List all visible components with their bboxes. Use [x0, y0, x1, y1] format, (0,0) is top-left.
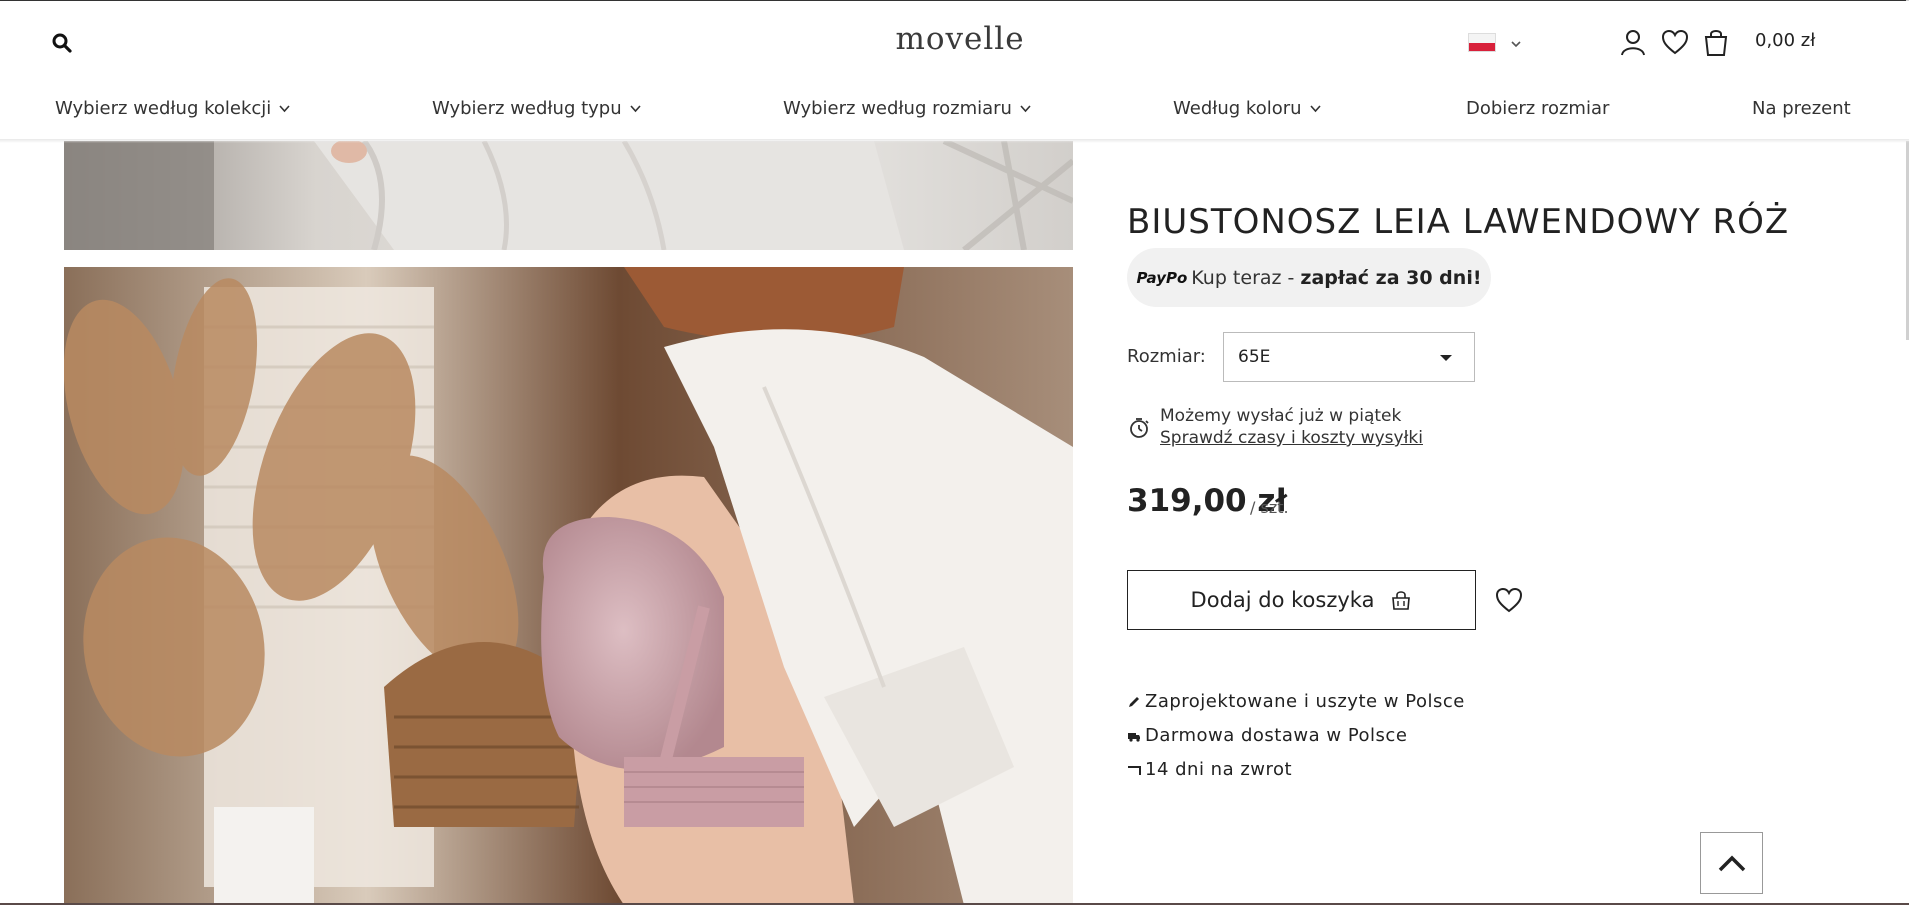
chevron-down-icon[interactable] [1510, 35, 1522, 48]
nav-item-color[interactable]: Według koloru [1173, 98, 1321, 119]
heart-icon[interactable] [1660, 27, 1690, 57]
nav-item-type[interactable]: Wybierz według typu [432, 98, 641, 119]
scroll-to-top-button[interactable] [1700, 832, 1763, 894]
nav-item-label: Na prezent [1752, 98, 1851, 119]
nav-item-label: Według koloru [1173, 98, 1302, 119]
chevron-down-icon [279, 105, 290, 113]
bag-icon[interactable] [1701, 27, 1731, 57]
bag-icon [1392, 591, 1411, 610]
product-photo-1[interactable] [64, 141, 1073, 250]
flag-pl-icon[interactable] [1468, 33, 1496, 52]
add-to-cart-button[interactable]: Dodaj do koszyka [1127, 570, 1476, 630]
size-selected-value: 65E [1238, 347, 1271, 367]
feature-text: Zaprojektowane i uszyte w Polsce [1145, 691, 1465, 712]
product-photo-2[interactable] [64, 267, 1073, 905]
shipping-info: Możemy wysłać już w piątek [1160, 406, 1402, 426]
user-icon[interactable] [1618, 27, 1648, 57]
feature-made-in-poland: Zaprojektowane i uszyte w Polsce [1127, 691, 1465, 712]
nav-item-label: Wybierz według typu [432, 98, 622, 119]
cart-total[interactable]: 0,00 zł [1755, 30, 1815, 51]
caret-down-icon [1440, 355, 1452, 361]
feature-text: Darmowa dostawa w Polsce [1145, 725, 1408, 746]
pencil-icon [1129, 696, 1139, 707]
main-nav: Wybierz według kolekcji Wybierz według t… [0, 98, 1909, 128]
paypo-banner[interactable]: PayPo Kup teraz - zapłać za 30 dni! [1127, 248, 1491, 307]
nav-item-label: Dobierz rozmiar [1466, 98, 1610, 119]
header-shadow [0, 139, 1909, 143]
return-arrow-icon [1128, 765, 1141, 775]
paypo-logo: PayPo [1136, 268, 1188, 287]
search-icon[interactable] [50, 31, 74, 55]
feature-free-delivery: Darmowa dostawa w Polsce [1127, 725, 1407, 746]
add-to-cart-label: Dodaj do koszyka [1190, 588, 1375, 612]
paypo-strong-text: zapłać za 30 dni! [1300, 266, 1482, 289]
chevron-up-icon [1718, 855, 1745, 872]
nav-item-gift[interactable]: Na prezent [1752, 98, 1851, 119]
chevron-down-icon [630, 105, 641, 113]
nav-item-label: Wybierz według rozmiaru [783, 98, 1012, 119]
product-title: BIUSTONOSZ LEIA LAWENDOWY RÓŻ [1127, 201, 1790, 242]
nav-item-size-guide[interactable]: Dobierz rozmiar [1466, 98, 1609, 119]
site-logo[interactable]: movelle [860, 21, 1060, 57]
paypo-text: Kup teraz - [1191, 266, 1295, 289]
truck-icon [1128, 732, 1140, 742]
shipping-link[interactable]: Sprawdź czasy i koszty wysyłki [1160, 428, 1423, 448]
nav-item-label: Wybierz według kolekcji [55, 98, 272, 119]
size-select[interactable]: 65E [1223, 332, 1475, 382]
feature-returns: 14 dni na zwrot [1127, 759, 1292, 780]
nav-item-size[interactable]: Wybierz według rozmiaru [783, 98, 1031, 119]
nav-item-collections[interactable]: Wybierz według kolekcji [55, 98, 290, 119]
wishlist-heart-icon[interactable] [1494, 586, 1524, 614]
site-header: movelle 0,00 zł Wybierz według kolekcji … [0, 1, 1909, 143]
chevron-down-icon [1020, 105, 1031, 113]
size-label: Rozmiar: [1127, 346, 1206, 367]
price-unit: / szt. [1250, 498, 1289, 517]
chevron-down-icon [1309, 105, 1321, 113]
feature-text: 14 dni na zwrot [1145, 759, 1293, 780]
stopwatch-icon [1127, 416, 1151, 440]
